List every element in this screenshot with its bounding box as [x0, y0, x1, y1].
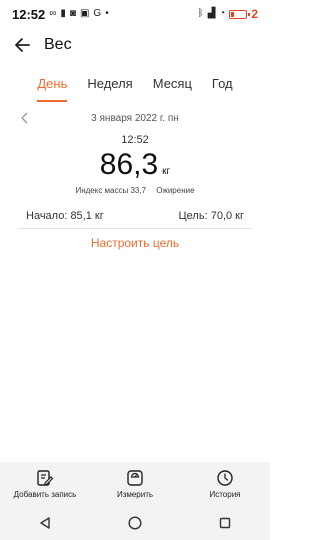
status-bar: 12:52 ∞ ▮ ◙ ▣ G • ᛒ ▟ ◔ 2	[0, 0, 270, 28]
weight-value: 86,3	[99, 148, 159, 181]
tab-month[interactable]: Месяц	[151, 76, 194, 100]
back-button[interactable]	[0, 28, 44, 62]
system-nav-bar	[0, 506, 270, 540]
status-right: ᛒ ▟ ◔ 2	[198, 7, 258, 21]
g-icon: G	[93, 8, 102, 19]
bluetooth-icon: ᛒ	[197, 8, 204, 19]
prev-day-button[interactable]	[16, 108, 34, 128]
battery-text: 2	[251, 7, 258, 21]
sim-icon: ▮	[60, 8, 66, 19]
dot-icon: •	[105, 8, 109, 19]
loop-icon: ∞	[49, 8, 57, 19]
measurement-time: 12:52	[121, 134, 149, 146]
arrow-left-icon	[15, 38, 30, 52]
page-title: Вес	[44, 36, 72, 53]
measure-label: Измерить	[116, 490, 154, 499]
app-bar: Вес	[0, 28, 270, 62]
edit-note-icon	[35, 468, 55, 488]
set-goal-button[interactable]: Настроить цель	[0, 236, 270, 250]
system-home-button[interactable]	[123, 511, 147, 535]
circle-home-icon	[128, 516, 142, 530]
chevron-left-icon	[21, 112, 28, 124]
bmi-status: Ожирение	[156, 186, 195, 195]
bmi-line: Индекс массы 33,7 Ожирение	[0, 186, 270, 195]
clock-icon	[215, 468, 235, 488]
weight-display: 86,3 кг	[0, 148, 270, 182]
square-recents-icon	[219, 517, 231, 529]
weight-unit: кг	[162, 166, 171, 177]
gallery-icon: ▣	[79, 8, 90, 19]
period-tabs: День Неделя Месяц Год	[0, 76, 270, 102]
start-goal-row: Начало: 85,1 кг Цель: 70,0 кг	[26, 210, 244, 226]
date-bar: 3 января 2022 г. пн	[0, 108, 270, 128]
history-label: История	[209, 490, 241, 499]
instagram-icon: ◙	[69, 8, 76, 19]
status-left: 12:52 ∞ ▮ ◙ ▣ G •	[12, 7, 109, 22]
tab-day[interactable]: День	[35, 76, 69, 102]
status-time: 12:52	[12, 6, 46, 22]
target-weight: Цель: 70,0 кг	[178, 210, 244, 222]
bmi-label: Индекс массы 33,7	[75, 186, 147, 195]
start-weight: Начало: 85,1 кг	[26, 210, 104, 222]
scale-icon	[125, 468, 145, 488]
divider	[18, 228, 252, 229]
add-record-label: Добавить запись	[13, 490, 77, 499]
history-button[interactable]: История	[185, 468, 265, 499]
bottom-nav: Добавить запись Измерить История	[0, 462, 270, 506]
add-record-button[interactable]: Добавить запись	[5, 468, 85, 499]
tab-week[interactable]: Неделя	[85, 76, 134, 100]
date-label: 3 января 2022 г. пн	[91, 112, 179, 124]
signal-icon: ▟	[207, 8, 216, 19]
triangle-back-icon	[40, 517, 50, 529]
battery-icon	[229, 9, 251, 19]
wifi-icon: ◔	[219, 8, 226, 19]
system-recents-button[interactable]	[213, 511, 237, 535]
system-back-button[interactable]	[33, 511, 57, 535]
measure-button[interactable]: Измерить	[95, 468, 175, 499]
tab-year[interactable]: Год	[210, 76, 235, 100]
